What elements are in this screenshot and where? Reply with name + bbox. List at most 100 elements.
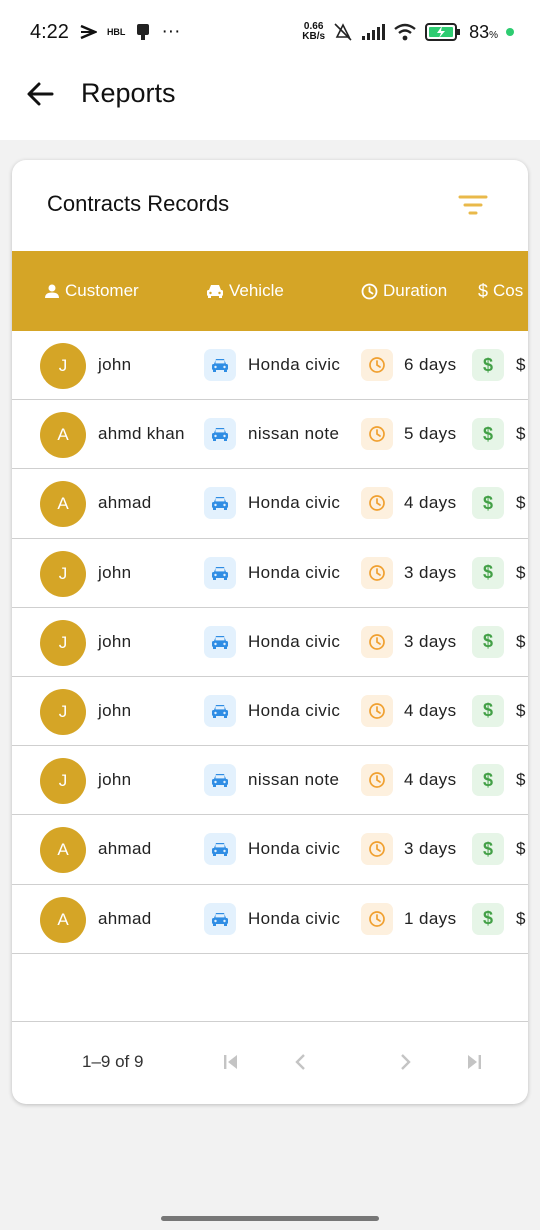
column-label: Vehicle xyxy=(229,281,284,300)
last-page-icon xyxy=(468,1055,481,1069)
cost-chip: $ xyxy=(472,556,504,589)
table-row[interactable]: Aahmad Honda civic 1 days $ $ xyxy=(12,885,528,954)
duration-value: 3 days xyxy=(404,631,457,651)
customer-name: john xyxy=(98,631,132,651)
table-row[interactable]: Jjohn nissan note 4 days $ $ xyxy=(12,746,528,816)
vehicle-name: nissan note xyxy=(248,424,340,444)
duration-value: 6 days xyxy=(404,355,457,374)
clock-icon xyxy=(369,703,385,719)
customer-name: ahmad xyxy=(98,839,152,859)
duration-chip xyxy=(361,902,393,935)
table-row[interactable]: Aahmd khan nissan note 5 days $ $ xyxy=(12,400,528,470)
cost-chip: $ xyxy=(472,487,504,520)
column-cost[interactable]: $ Cos xyxy=(478,251,523,331)
vehicle-name: Honda civic xyxy=(248,562,341,582)
chevron-left-icon xyxy=(295,1054,305,1070)
privacy-indicator xyxy=(506,28,514,36)
avatar: J xyxy=(40,688,86,735)
dollar-icon: $ xyxy=(482,908,493,928)
clock-icon xyxy=(369,495,385,512)
duration-chip xyxy=(361,833,393,866)
car-icon xyxy=(207,285,223,298)
avatar: A xyxy=(40,896,86,943)
dollar-icon: $ xyxy=(482,562,493,583)
vehicle-chip xyxy=(204,694,236,727)
vehicle-chip xyxy=(204,556,236,589)
dollar-icon: $ xyxy=(482,423,493,444)
battery-percent: 83% xyxy=(469,22,498,43)
clock-icon xyxy=(361,283,378,299)
customer-name: ahmad xyxy=(98,908,152,928)
duration-value: 4 days xyxy=(404,493,457,513)
vehicle-name: nissan note xyxy=(248,770,340,790)
first-page-icon xyxy=(224,1055,237,1069)
cost-value: $ xyxy=(516,839,526,859)
car-icon xyxy=(212,774,228,788)
table-row[interactable]: Jjohn Honda civic 4 days $ $ xyxy=(12,677,528,747)
pager-divider xyxy=(12,1021,528,1022)
chevron-right-icon xyxy=(401,1054,411,1070)
column-vehicle[interactable]: Vehicle xyxy=(206,251,284,331)
duration-chip xyxy=(361,487,393,520)
column-customer[interactable]: Customer xyxy=(44,251,139,331)
dollar-icon: $ xyxy=(482,492,493,513)
arrow-left-icon[interactable] xyxy=(24,78,56,110)
table-row[interactable]: Jjohn Honda civic 3 days $ $ xyxy=(12,539,528,608)
duration-value: 5 days xyxy=(404,424,457,444)
wifi-icon xyxy=(394,23,416,41)
table-row[interactable]: Jjohn Honda civic 6 days $ $ xyxy=(12,331,528,401)
vehicle-name: Honda civic xyxy=(248,700,341,720)
pagination-info: 1–9 of 9 xyxy=(82,1052,144,1071)
car-icon xyxy=(212,912,228,926)
filter-icon[interactable] xyxy=(457,193,489,219)
avatar: J xyxy=(40,758,86,805)
column-label: Duration xyxy=(383,281,448,300)
status-time: 4:22 xyxy=(30,20,69,43)
table-body: Jjohn Honda civic 6 days $ $ Aahmd khan nissan… xyxy=(12,331,528,954)
dollar-icon: $ xyxy=(482,838,493,859)
avatar: A xyxy=(40,827,86,874)
table-row[interactable]: Jjohn Honda civic 3 days $ $ xyxy=(12,608,528,677)
duration-chip xyxy=(361,556,393,589)
card-title: Contracts Records xyxy=(47,191,230,216)
previous-page-button[interactable] xyxy=(288,1048,314,1076)
car-icon xyxy=(212,566,228,580)
avatar: A xyxy=(40,412,86,459)
cost-chip: $ xyxy=(472,418,504,451)
more-notifications: ··· xyxy=(161,21,181,42)
table-row[interactable]: Aahmad Honda civic 4 days $ $ xyxy=(12,469,528,539)
battery-percent-symbol: % xyxy=(489,29,498,41)
car-icon xyxy=(212,359,228,372)
customer-name: john xyxy=(98,355,132,374)
notification-icon xyxy=(137,24,150,40)
duration-chip xyxy=(361,625,393,658)
table-header: Customer Vehicle Duration $ Cos xyxy=(12,251,528,331)
car-icon xyxy=(212,428,228,442)
cost-value: $ xyxy=(516,770,526,790)
last-page-button[interactable] xyxy=(461,1048,487,1076)
customer-name: ahmd khan xyxy=(98,424,185,444)
cost-value: $ xyxy=(516,631,526,651)
next-page-button[interactable] xyxy=(392,1048,418,1076)
table-row[interactable]: Aahmad Honda civic 3 days $ $ xyxy=(12,815,528,885)
duration-chip xyxy=(361,694,393,727)
column-label: Cos xyxy=(493,281,524,300)
column-duration[interactable]: Duration xyxy=(361,251,447,331)
clock-icon xyxy=(369,910,385,927)
home-indicator[interactable] xyxy=(161,1216,379,1221)
customer-name: john xyxy=(98,562,132,582)
car-icon xyxy=(212,704,228,718)
cost-chip: $ xyxy=(472,833,504,866)
first-page-button[interactable] xyxy=(218,1048,244,1076)
net-speed: 0.66 KB/s xyxy=(302,22,325,42)
vehicle-name: Honda civic xyxy=(248,493,341,513)
vehicle-name: Honda civic xyxy=(248,355,341,374)
clock-icon xyxy=(369,841,385,858)
duration-value: 3 days xyxy=(404,562,457,582)
signal-icon xyxy=(362,24,386,40)
dollar-icon: $ xyxy=(482,769,493,790)
avatar: J xyxy=(40,550,86,597)
contracts-card: Contracts Records Customer Vehicle Durat… xyxy=(12,160,528,1104)
cost-chip: $ xyxy=(472,764,504,797)
cost-value: $ xyxy=(516,355,526,374)
